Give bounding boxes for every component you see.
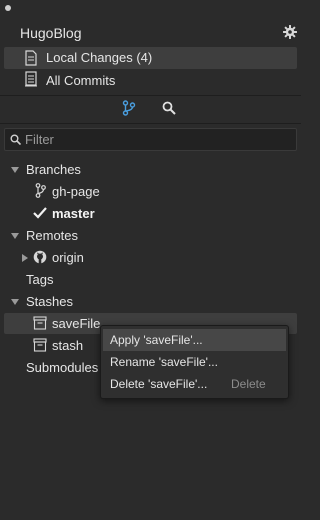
- divider: [0, 95, 301, 96]
- branch-item-current[interactable]: master: [52, 206, 95, 221]
- repo-title: HugoBlog: [20, 25, 82, 41]
- github-icon: [33, 250, 47, 267]
- section-remotes[interactable]: Remotes: [26, 228, 78, 243]
- nav-item-all-commits[interactable]: All Commits: [4, 69, 297, 91]
- checkmark-icon: [33, 207, 47, 222]
- filter-placeholder: Filter: [25, 132, 54, 147]
- remote-item[interactable]: origin: [52, 250, 84, 265]
- search-icon: [10, 133, 22, 148]
- section-stashes[interactable]: Stashes: [26, 294, 73, 309]
- chevron-down-icon[interactable]: [11, 299, 19, 305]
- chevron-down-icon[interactable]: [11, 233, 19, 239]
- divider: [0, 123, 301, 124]
- delete-shortcut-hint: Delete: [231, 377, 266, 391]
- search-icon[interactable]: [162, 101, 176, 115]
- chevron-down-icon[interactable]: [11, 167, 19, 173]
- section-branches[interactable]: Branches: [26, 162, 81, 177]
- menu-item-delete[interactable]: Delete 'saveFile'... Delete: [103, 373, 286, 395]
- context-menu: Apply 'saveFile'... Rename 'saveFile'...…: [100, 325, 289, 399]
- menu-item-apply[interactable]: Apply 'saveFile'...: [103, 329, 286, 351]
- stash-item-label: saveFile: [52, 316, 101, 331]
- document-icon: [25, 50, 37, 69]
- branch-icon: [35, 183, 46, 201]
- stash-item[interactable]: stash: [52, 338, 83, 353]
- window-indicator-dot: [5, 5, 11, 11]
- commits-list-icon: [25, 71, 37, 90]
- settings-gear-icon[interactable]: [282, 24, 298, 40]
- filter-field[interactable]: Filter: [4, 128, 297, 151]
- section-submodules[interactable]: Submodules: [26, 360, 98, 375]
- nav-item-local-changes[interactable]: Local Changes (4): [4, 47, 297, 69]
- section-tags[interactable]: Tags: [26, 272, 53, 287]
- stash-box-icon: [33, 338, 47, 355]
- branches-view-icon[interactable]: [122, 100, 136, 116]
- nav-label-local-changes: Local Changes (4): [46, 50, 153, 65]
- stash-box-icon: [33, 316, 47, 333]
- menu-item-rename[interactable]: Rename 'saveFile'...: [103, 351, 286, 373]
- chevron-right-icon[interactable]: [22, 254, 28, 262]
- branch-item[interactable]: gh-page: [52, 184, 100, 199]
- nav-label-all-commits: All Commits: [46, 73, 116, 88]
